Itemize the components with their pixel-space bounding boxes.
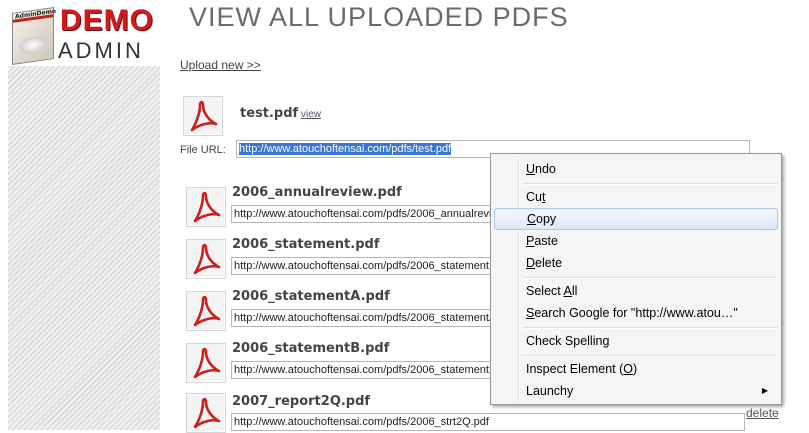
file-name: 2006_statementB.pdf <box>232 341 390 356</box>
menu-item-check-spelling[interactable]: Check Spelling <box>494 330 778 352</box>
logo-box-icon: AdminDemo <box>12 7 56 65</box>
menu-item-launchy[interactable]: Launchy ▶ <box>494 380 778 402</box>
file-name: test.pdf <box>240 106 299 121</box>
logo-admin-text: ADMIN <box>58 38 144 63</box>
menu-item-select-all[interactable]: Select All <box>494 280 778 302</box>
menu-item-undo[interactable]: Undo <box>494 158 778 180</box>
pdf-file-icon[interactable] <box>183 96 223 136</box>
url-selection: http://www.atouchoftensai.com/pdfs/test.… <box>239 143 452 155</box>
file-url-field[interactable]: http://www.atouchoftensai.com/pdfs/2006_… <box>231 309 493 327</box>
file-name: 2006_statementA.pdf <box>232 289 390 304</box>
file-name: 2006_annualreview.pdf <box>232 185 402 200</box>
view-link[interactable]: view <box>301 109 321 120</box>
menu-item-delete[interactable]: Delete <box>494 252 778 274</box>
file-url-field[interactable]: http://www.atouchoftensai.com/pdfs/2006_… <box>231 413 745 431</box>
logo: AdminDemo DEMO ADMIN <box>8 4 160 65</box>
menu-item-copy[interactable]: Copy <box>494 208 778 230</box>
menu-separator <box>523 277 778 279</box>
submenu-arrow-icon: ▶ <box>761 386 768 395</box>
menu-separator <box>523 355 778 357</box>
menu-item-inspect-element[interactable]: Inspect Element (O) <box>494 358 778 380</box>
menu-item-paste[interactable]: Paste <box>494 230 778 252</box>
delete-link[interactable]: delete <box>746 406 779 420</box>
sidebar-pattern <box>8 66 160 430</box>
context-menu: Undo Cut Copy Paste Delete Select All Se… <box>490 153 782 405</box>
page-title: VIEW ALL UPLOADED PDFS <box>189 2 569 32</box>
logo-demo-text: DEMO <box>60 4 154 37</box>
menu-separator <box>523 327 778 329</box>
pdf-file-icon[interactable] <box>186 393 226 433</box>
pdf-file-icon[interactable] <box>186 187 226 227</box>
file-url-field[interactable]: http://www.atouchoftensai.com/pdfs/2006_… <box>231 257 493 275</box>
file-name: 2007_report2Q.pdf <box>232 394 371 409</box>
menu-separator <box>523 183 778 185</box>
file-name: 2006_statement.pdf <box>232 237 380 252</box>
logo-box-label: AdminDemo <box>15 7 56 21</box>
file-url-field[interactable]: http://www.atouchoftensai.com/pdfs/2006_… <box>231 205 493 223</box>
upload-new-link[interactable]: Upload new >> <box>180 58 261 72</box>
pdf-file-icon[interactable] <box>186 291 226 331</box>
pdf-file-icon[interactable] <box>186 239 226 279</box>
pdf-file-icon[interactable] <box>186 343 226 383</box>
menu-item-search-google[interactable]: Search Google for "http://www.atou…" <box>494 302 778 324</box>
menu-item-cut[interactable]: Cut <box>494 186 778 208</box>
file-url-field[interactable]: http://www.atouchoftensai.com/pdfs/2006_… <box>231 361 493 379</box>
file-url-label: File URL: <box>180 144 226 156</box>
